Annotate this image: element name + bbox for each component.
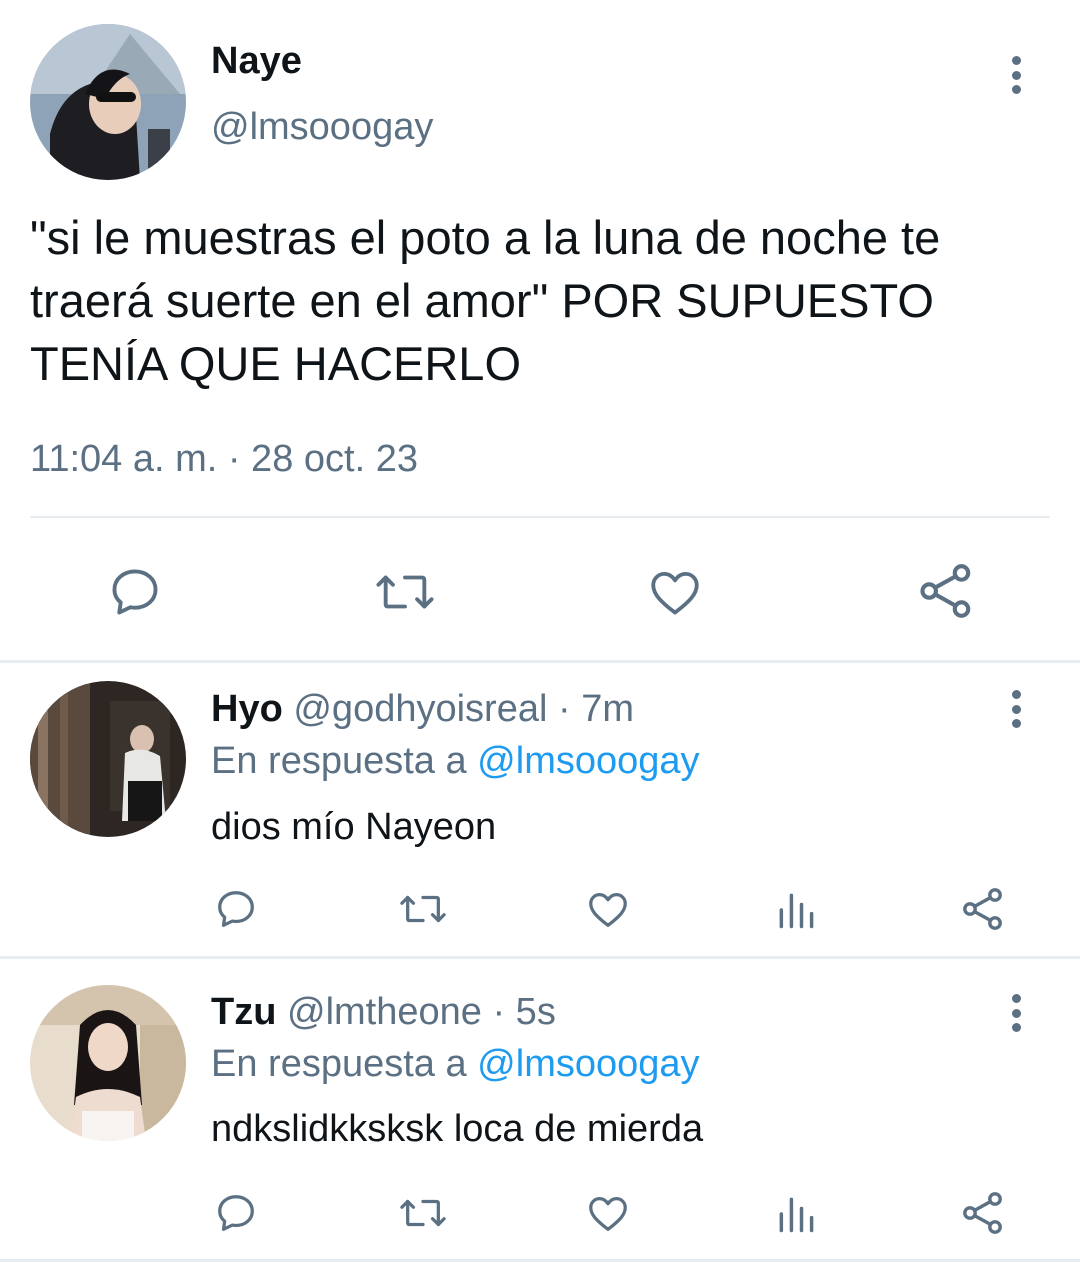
reply-author-handle[interactable]: @lmtheone: [287, 991, 482, 1033]
reply-to-link[interactable]: @lmsooogay: [477, 740, 699, 782]
reply-author-handle[interactable]: @godhyoisreal: [293, 688, 547, 730]
avatar-naye[interactable]: [30, 24, 186, 180]
tweet-text: "si le muestras el poto a la luna de noc…: [30, 211, 941, 390]
reply-header: Hyo @godhyoisreal · 7m: [211, 688, 634, 731]
like-icon: [651, 571, 699, 615]
like-button[interactable]: [580, 1186, 636, 1240]
reply-time[interactable]: · 5s: [492, 991, 555, 1033]
reply-to-link[interactable]: @lmsooogay: [477, 1043, 699, 1085]
share-icon: [963, 1192, 1002, 1234]
share-button[interactable]: [910, 558, 982, 624]
reply-prefix: En respuesta a: [211, 740, 467, 782]
like-button[interactable]: [580, 882, 636, 936]
retweet-button[interactable]: [394, 1186, 452, 1240]
retweet-icon: [400, 895, 446, 923]
reply-text: dios mío Nayeon: [211, 806, 497, 848]
reply-button[interactable]: [208, 882, 264, 936]
reply-context: En respuesta a @lmsooogay: [211, 1043, 700, 1086]
retweet-button[interactable]: [394, 882, 452, 936]
analytics-button[interactable]: [770, 884, 822, 936]
like-icon: [589, 1196, 627, 1231]
section-divider: [0, 956, 1080, 959]
more-options-icon[interactable]: [1006, 690, 1026, 728]
section-divider: [0, 1259, 1080, 1262]
avatar-tzu[interactable]: [30, 985, 186, 1141]
analytics-button[interactable]: [770, 1188, 822, 1240]
avatar-image: [30, 24, 186, 180]
section-divider: [0, 660, 1080, 663]
reply-prefix: En respuesta a: [211, 1043, 467, 1085]
reply-button[interactable]: [100, 560, 170, 624]
more-options-icon[interactable]: [1006, 994, 1026, 1032]
author-handle[interactable]: @lmsooogay: [211, 106, 433, 149]
like-icon: [589, 892, 627, 927]
avatar-image: [30, 681, 186, 837]
retweet-button[interactable]: [368, 560, 442, 624]
reply-icon: [218, 891, 254, 927]
like-button[interactable]: [640, 560, 710, 624]
reply-author-name[interactable]: Tzu: [211, 991, 276, 1033]
author-name[interactable]: Naye: [211, 40, 302, 83]
retweet-icon: [376, 575, 434, 609]
analytics-icon: [779, 893, 814, 929]
reply-text: ndkslidkksksk loca de mierda: [211, 1108, 704, 1150]
reply-icon: [112, 569, 158, 615]
retweet-icon: [400, 1199, 446, 1227]
share-icon: [920, 564, 971, 618]
analytics-icon: [779, 1197, 814, 1233]
reply-author-name[interactable]: Hyo: [211, 688, 283, 730]
divider: [30, 516, 1050, 518]
share-icon: [963, 888, 1002, 930]
avatar-image: [30, 985, 186, 1141]
avatar-hyo[interactable]: [30, 681, 186, 837]
reply-header: Tzu @lmtheone · 5s: [211, 991, 556, 1034]
share-button[interactable]: [955, 882, 1011, 936]
reply-time[interactable]: · 7m: [558, 688, 634, 730]
reply-button[interactable]: [208, 1186, 264, 1240]
share-button[interactable]: [955, 1186, 1011, 1240]
reply-context: En respuesta a @lmsooogay: [211, 740, 700, 783]
tweet-timestamp[interactable]: 11:04 a. m. · 28 oct. 23: [30, 438, 418, 481]
more-options-icon[interactable]: [1006, 56, 1026, 94]
reply-icon: [218, 1195, 254, 1231]
